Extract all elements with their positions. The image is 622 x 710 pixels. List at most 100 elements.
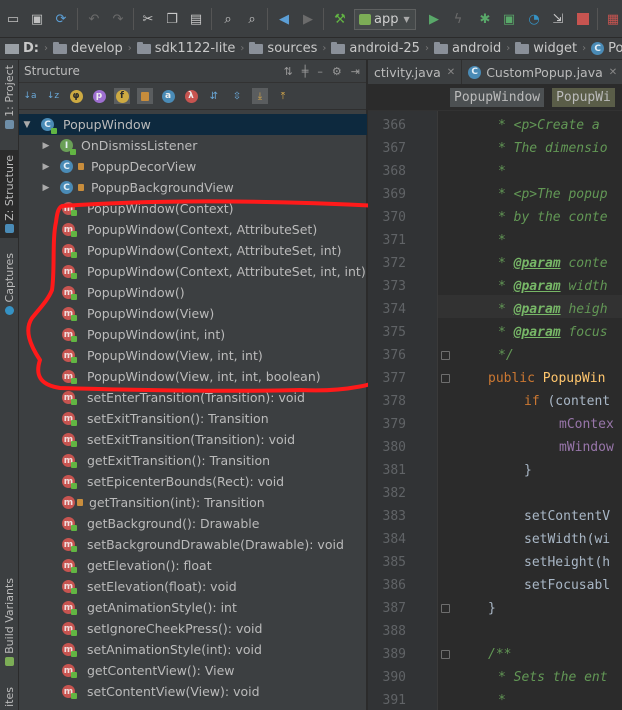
tree-method[interactable]: m PopupWindow(Context): [19, 198, 367, 219]
sort-alphabetically-icon[interactable]: ↓z: [45, 88, 61, 104]
tree-method[interactable]: m setEpicenterBounds(Rect): void: [19, 471, 367, 492]
class-icon: C: [60, 160, 73, 173]
structure-tool-tab[interactable]: Z: Structure: [0, 150, 19, 238]
breadcrumb-popupwindow[interactable]: C PopupWi: [586, 41, 622, 56]
breadcrumb-drive[interactable]: D: ›: [0, 41, 48, 56]
breadcrumb-label: D:: [23, 41, 39, 56]
run-config-dropdown[interactable]: app ▼: [354, 9, 416, 30]
save-all-icon[interactable]: ▣: [27, 9, 47, 29]
class-icon: C: [468, 65, 482, 79]
breadcrumb-sources[interactable]: sources ›: [244, 41, 326, 56]
tree-method[interactable]: m setExitTransition(Transition): void: [19, 429, 367, 450]
tree-method[interactable]: m PopupWindow(View, int, int): [19, 345, 367, 366]
sync-gradle-icon[interactable]: ▦: [603, 9, 622, 29]
fold-marker-icon[interactable]: [441, 374, 450, 383]
editor-breadcrumb-class[interactable]: PopupWindow: [450, 88, 545, 107]
show-inherited-icon[interactable]: φ: [68, 88, 84, 104]
code-line: width: [560, 279, 608, 294]
tree-method[interactable]: m getBackground(): Drawable: [19, 513, 367, 534]
editor-breadcrumb-method[interactable]: PopupWi: [552, 88, 615, 107]
show-properties-icon[interactable]: p: [91, 88, 107, 104]
show-lambdas-icon[interactable]: λ: [183, 88, 199, 104]
tree-method[interactable]: m setElevation(float): void: [19, 576, 367, 597]
breadcrumb-develop[interactable]: develop ›: [48, 41, 132, 56]
android-icon: [5, 656, 14, 666]
tree-method[interactable]: m getElevation(): float: [19, 555, 367, 576]
tree-method[interactable]: m getContentView(): View: [19, 660, 367, 681]
profile-icon[interactable]: ◔: [524, 9, 544, 29]
tree-inner-class[interactable]: ▶ C PopupBackgroundView: [19, 177, 367, 198]
breadcrumb-android[interactable]: android ›: [429, 41, 510, 56]
tree-method[interactable]: m PopupWindow(Context, AttributeSet): [19, 219, 367, 240]
tree-method[interactable]: m PopupWindow(View): [19, 303, 367, 324]
copy-icon[interactable]: ❐: [162, 9, 182, 29]
cut-icon[interactable]: ✂: [138, 9, 158, 29]
breadcrumb-sdk[interactable]: sdk1122-lite ›: [132, 41, 244, 56]
close-icon[interactable]: ✕: [609, 67, 617, 78]
redo-icon[interactable]: ↷: [108, 9, 128, 29]
breadcrumb-android-25[interactable]: android-25 ›: [326, 41, 429, 56]
build-variants-tool-tab[interactable]: Build Variants: [0, 576, 19, 668]
close-icon[interactable]: ✕: [447, 67, 455, 78]
collapse-icon[interactable]: ⇳: [229, 88, 245, 104]
split-icon[interactable]: ╪: [302, 65, 309, 78]
tree-root-popupwindow[interactable]: ▼ C PopupWindow: [19, 114, 367, 135]
breadcrumb-label: sources: [267, 41, 318, 56]
tree-method[interactable]: m setBackgroundDrawable(Drawable): void: [19, 534, 367, 555]
tree-method[interactable]: m PopupWindow(View, int, int, boolean): [19, 366, 367, 387]
autoscroll-to-source-icon[interactable]: ⤓: [252, 88, 268, 104]
show-non-public-icon[interactable]: [137, 88, 153, 104]
tree-method[interactable]: m getAnimationStyle(): int: [19, 597, 367, 618]
tab-custompopup[interactable]: C CustomPopup.java ✕: [462, 60, 622, 84]
paste-icon[interactable]: ▤: [186, 9, 206, 29]
breadcrumb-widget[interactable]: widget ›: [510, 41, 586, 56]
debug-icon[interactable]: ✱: [475, 9, 495, 29]
attach-debugger-icon[interactable]: ⇲: [548, 9, 568, 29]
hide-panel-icon[interactable]: ⇥: [351, 65, 360, 78]
coverage-icon[interactable]: ▣: [499, 9, 519, 29]
expand-all-icon[interactable]: ⇵: [206, 88, 222, 104]
tree-item-label: setAnimationStyle(int): void: [87, 642, 262, 657]
tree-method[interactable]: m getTransition(int): Transition: [19, 492, 367, 513]
tree-method[interactable]: m PopupWindow(Context, AttributeSet, int,…: [19, 261, 367, 282]
autoscroll-from-source-icon[interactable]: ⤒: [275, 88, 291, 104]
tree-method[interactable]: m setAnimationStyle(int): void: [19, 639, 367, 660]
tree-method[interactable]: m PopupWindow(Context, AttributeSet, int): [19, 240, 367, 261]
find-icon[interactable]: ⌕: [218, 9, 238, 29]
make-project-icon[interactable]: ⚒: [330, 9, 350, 29]
settings-gear-icon[interactable]: ⚙: [332, 65, 342, 78]
fold-marker-icon[interactable]: [441, 604, 450, 613]
tree-method[interactable]: m setEnterTransition(Transition): void: [19, 387, 367, 408]
undo-icon[interactable]: ↶: [84, 9, 104, 29]
sync-icon[interactable]: ⟳: [51, 9, 71, 29]
minus-icon[interactable]: –: [317, 65, 323, 78]
collapse-all-icon[interactable]: ⇅: [284, 65, 293, 78]
stop-icon[interactable]: [573, 9, 593, 29]
captures-tool-tab[interactable]: Captures: [0, 248, 19, 320]
tree-method[interactable]: m setExitTransition(): Transition: [19, 408, 367, 429]
tree-method[interactable]: m getExitTransition(): Transition: [19, 450, 367, 471]
tree-method[interactable]: m setIgnoreCheekPress(): void: [19, 618, 367, 639]
open-folder-icon[interactable]: ▭: [3, 9, 23, 29]
fold-marker-icon[interactable]: [441, 351, 450, 360]
replace-icon[interactable]: ⌕: [242, 9, 262, 29]
run-icon[interactable]: ▶: [424, 9, 444, 29]
sort-by-type-icon[interactable]: ↓a: [22, 88, 38, 104]
back-icon[interactable]: ◀: [274, 9, 294, 29]
code-editor[interactable]: 366 * <p>Create a 367 * The dimensio 368 * …: [368, 111, 622, 710]
tree-method[interactable]: m setContentView(View): void: [19, 681, 367, 702]
project-tool-tab[interactable]: 1: Project: [0, 64, 19, 130]
line-number: 369: [382, 187, 406, 202]
tree-inner-class[interactable]: ▶ C PopupDecorView: [19, 156, 367, 177]
tree-method[interactable]: m PopupWindow(int, int): [19, 324, 367, 345]
show-anonymous-icon[interactable]: a: [160, 88, 176, 104]
fold-marker-icon[interactable]: [441, 650, 450, 659]
forward-icon[interactable]: ▶: [298, 9, 318, 29]
apply-changes-icon[interactable]: ϟ: [448, 9, 468, 29]
tab-activity[interactable]: ctivity.java ✕: [368, 60, 463, 84]
tree-inner-class[interactable]: ▶ I OnDismissListener: [19, 135, 367, 156]
tree-method[interactable]: m PopupWindow(): [19, 282, 367, 303]
line-number: 379: [382, 417, 406, 432]
favorites-tool-tab[interactable]: ites: [0, 684, 19, 710]
show-fields-icon[interactable]: f: [114, 88, 130, 104]
